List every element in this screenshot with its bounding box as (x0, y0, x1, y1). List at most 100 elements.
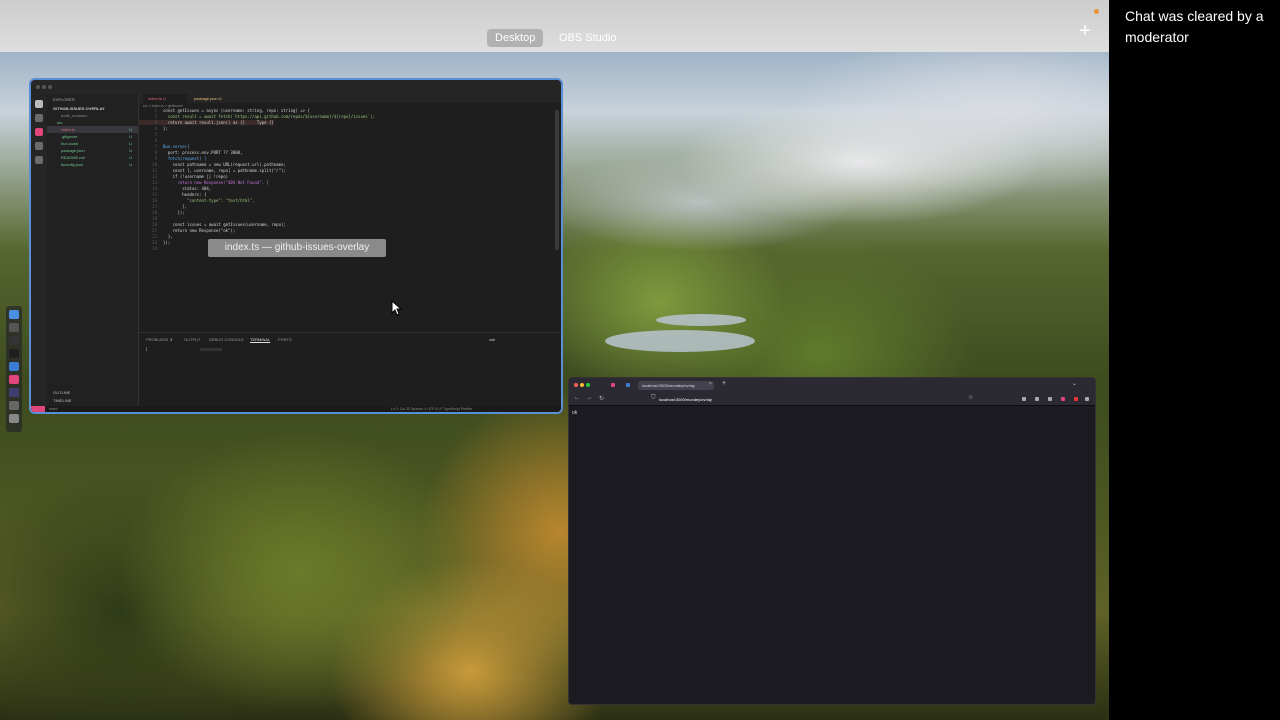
plus-icon[interactable]: + (1076, 21, 1094, 41)
debug-icon[interactable] (35, 142, 43, 150)
code-line[interactable]: 10 const pathname = new URL(request.url)… (139, 162, 286, 167)
browser-page[interactable]: ok (569, 407, 1095, 704)
code-line[interactable]: 15 headers: { (139, 192, 206, 197)
new-tab-icon[interactable]: + (722, 380, 726, 387)
tab-terminal[interactable]: TERMINAL (250, 337, 270, 342)
extension-icon[interactable] (1048, 397, 1052, 401)
extension-icon[interactable] (611, 383, 615, 387)
forward-icon[interactable]: → (586, 395, 592, 401)
code-line[interactable]: 13 return new Response("404 Not Found", … (139, 180, 269, 185)
explorer-item[interactable]: node_modules (47, 112, 138, 119)
tab-debug-console[interactable]: DEBUG CONSOLE (209, 337, 244, 342)
code-line[interactable]: 16 "content-type": "text/html", (139, 198, 255, 203)
code-line[interactable]: 17 }, (139, 204, 187, 209)
vscode-icon[interactable] (9, 362, 19, 371)
code-line[interactable]: 3 return await result.json() as {} Type … (139, 120, 274, 125)
browser-icon[interactable] (9, 388, 19, 397)
tab-ports[interactable]: PORTS (278, 337, 292, 342)
explorer-root-folder[interactable]: GITHUB-ISSUES-OVERLAY (47, 105, 138, 112)
timeline-section[interactable]: TIMELINE (53, 398, 71, 403)
code-line[interactable]: 18 }); (139, 210, 185, 215)
code-line[interactable]: 7 Bun.serve({ (139, 144, 190, 149)
explorer-item[interactable]: bun.lockb U (47, 140, 138, 147)
code-editor[interactable]: 1 const getIssues = async (username: stri… (139, 108, 553, 328)
code-text: const issues = await getIssues(username,… (163, 222, 286, 227)
code-line[interactable]: 21 return new Response("ok"); (139, 228, 235, 233)
extensions-icon[interactable] (35, 156, 43, 164)
explorer-item[interactable]: .gitignore U (47, 133, 138, 140)
search-icon[interactable] (35, 114, 43, 122)
status-bar: main* Ln 3, Col 30 Spaces: 4 UTF-8 LF Ty… (31, 406, 561, 412)
trash-icon[interactable] (9, 414, 19, 423)
code-line[interactable]: 6 (139, 138, 163, 143)
code-line[interactable]: 4}; (139, 126, 168, 131)
status-info[interactable]: Ln 3, Col 30 Spaces: 4 UTF-8 LF TypeScri… (391, 406, 472, 412)
vscode-titlebar[interactable] (31, 80, 561, 94)
terminal-output[interactable]: ] (146, 346, 147, 351)
folder-icon[interactable] (9, 401, 19, 410)
maximize-icon[interactable] (48, 85, 52, 89)
code-text: const result = await fetch(`https://api.… (163, 114, 375, 119)
explorer-item[interactable]: index.ts U (47, 126, 138, 133)
code-text: "content-type": "text/html", (163, 198, 255, 203)
line-number: 24 (152, 246, 157, 251)
reload-icon[interactable]: ↻ (599, 395, 604, 402)
remote-indicator[interactable] (31, 406, 45, 412)
tab-package-json[interactable]: package.json U (189, 94, 239, 103)
code-line[interactable]: 12 if (!username || !repo) (139, 174, 228, 179)
tab-problems[interactable]: PROBLEMS (146, 337, 168, 342)
tab-index-ts[interactable]: index.ts U (143, 94, 187, 103)
terminal-icon[interactable] (9, 336, 19, 345)
tab-output[interactable]: OUTPUT (184, 337, 200, 342)
finder-icon[interactable] (9, 310, 19, 319)
code-line[interactable]: 2 const result = await fetch(`https://ap… (139, 114, 375, 119)
url-bar[interactable]: localhost:3000/mundey/ovrlay (649, 395, 979, 404)
code-line[interactable]: 19 (139, 216, 163, 221)
editor-scrollbar[interactable] (555, 110, 559, 250)
code-line[interactable]: 23}); (139, 240, 170, 245)
outline-section[interactable]: OUTLINE (53, 390, 70, 395)
back-icon[interactable]: ← (574, 395, 580, 401)
files-icon[interactable] (35, 100, 43, 108)
code-line[interactable]: 5 (139, 132, 163, 137)
app-icon[interactable] (9, 375, 19, 384)
app-icon[interactable] (9, 349, 19, 358)
browser-window[interactable]: localhost:3000/mundey/ovrlay × + ⌄ ← → ↻… (568, 377, 1096, 705)
code-line[interactable]: 8 port: process.env.PORT ?? 3000, (139, 150, 243, 155)
explorer-item[interactable]: src (47, 119, 138, 126)
code-line[interactable]: 14 status: 404, (139, 186, 211, 191)
close-icon[interactable] (574, 383, 578, 387)
code-line[interactable]: 22 }, (139, 234, 172, 239)
code-line[interactable]: 20 const issues = await getIssues(userna… (139, 222, 286, 227)
explorer-item[interactable]: README.md U (47, 154, 138, 161)
code-line[interactable]: 11 const [, username, repo] = pathname.s… (139, 168, 286, 173)
browser-tab[interactable]: localhost:3000/mundey/ovrlay (638, 381, 714, 390)
app-icon[interactable] (9, 323, 19, 332)
vscode-window[interactable]: EXPLORER GITHUB-ISSUES-OVERLAY node_modu… (29, 78, 563, 414)
pocket-icon[interactable] (1022, 397, 1026, 401)
code-line[interactable]: 9 fetch(request) { (139, 156, 207, 161)
tab-obs-studio[interactable]: OBS Studio (551, 29, 624, 47)
activity-bar (31, 94, 47, 410)
terminal-scrollbar[interactable] (200, 348, 222, 351)
bookmark-star-icon[interactable]: ☆ (968, 394, 973, 401)
maximize-icon[interactable] (586, 383, 590, 387)
minimize-icon[interactable] (42, 85, 46, 89)
extension-icon[interactable] (626, 383, 630, 387)
terminal-shell-label[interactable]: zsh (489, 337, 495, 342)
tab-desktop[interactable]: Desktop (487, 29, 544, 47)
explorer-item[interactable]: tsconfig.json U (47, 161, 138, 168)
extension-icon[interactable] (1061, 397, 1065, 401)
extension-icon[interactable] (1074, 397, 1078, 401)
code-line[interactable]: 1 const getIssues = async (username: stri… (139, 108, 310, 113)
source-control-icon[interactable] (35, 128, 43, 136)
git-branch[interactable]: main* (49, 406, 58, 412)
tab-close-icon[interactable]: × (709, 381, 712, 387)
close-icon[interactable] (36, 85, 40, 89)
minimize-icon[interactable] (580, 383, 584, 387)
download-icon[interactable] (1035, 397, 1039, 401)
chevron-down-icon[interactable]: ⌄ (1072, 380, 1077, 387)
explorer-item[interactable]: package.json U (47, 147, 138, 154)
code-line[interactable]: 24 (139, 246, 163, 251)
menu-icon[interactable] (1085, 397, 1089, 401)
